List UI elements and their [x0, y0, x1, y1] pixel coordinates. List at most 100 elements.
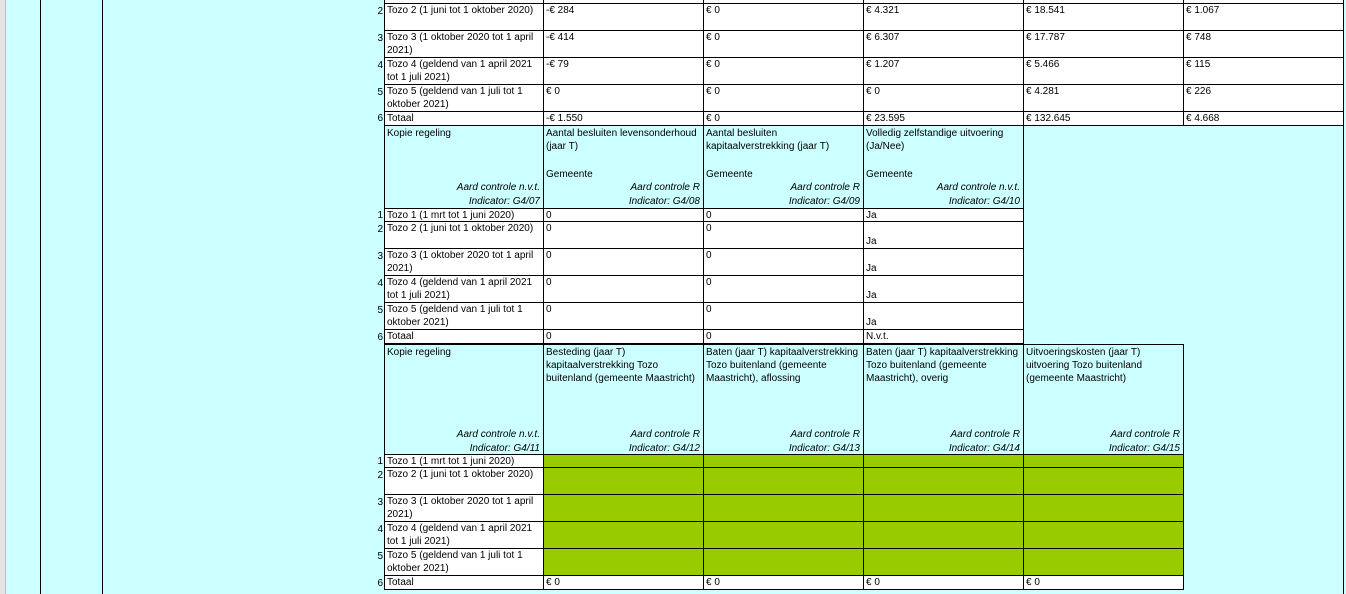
amount-cell[interactable]: -€ 284	[544, 4, 704, 31]
row-label-total: Totaal	[384, 576, 544, 590]
yes-no-cell[interactable]: Ja	[864, 303, 1024, 330]
total-cell: € 4.668	[1184, 112, 1344, 126]
amount-cell[interactable]: € 226	[1184, 85, 1344, 112]
row-number: 4	[377, 60, 383, 71]
yes-no-cell[interactable]: Ja	[864, 276, 1024, 303]
input-cell[interactable]	[704, 455, 864, 468]
amount-cell[interactable]: € 6.307	[864, 31, 1024, 58]
control-type: Aard controle R	[790, 182, 860, 193]
count-cell[interactable]: 0	[704, 249, 864, 276]
count-cell[interactable]: 0	[544, 276, 704, 303]
total-cell: € 132.645	[1024, 112, 1184, 126]
column-divider	[102, 0, 103, 594]
row-number: 3	[377, 33, 383, 44]
input-cell[interactable]	[864, 549, 1024, 576]
input-cell[interactable]	[1024, 455, 1184, 468]
row-number: 6	[377, 113, 383, 124]
row-number: 4	[377, 524, 383, 535]
amount-cell[interactable]: € 0	[704, 85, 864, 112]
input-cell[interactable]	[544, 549, 704, 576]
count-cell[interactable]: 0	[544, 303, 704, 330]
count-cell[interactable]: 0	[704, 222, 864, 249]
row-label: Tozo 5 (geldend van 1 juli tot 1 oktober…	[384, 549, 544, 576]
row-label: Tozo 2 (1 juni tot 1 oktober 2020)	[384, 468, 544, 495]
row-label: Tozo 1 (1 mrt tot 1 juni 2020)	[384, 209, 544, 222]
amount-cell[interactable]: € 748	[1184, 31, 1344, 58]
yes-no-cell[interactable]: Ja	[864, 249, 1024, 276]
row-label: Tozo 4 (geldend van 1 april 2021 tot 1 j…	[384, 522, 544, 549]
input-cell[interactable]	[1024, 522, 1184, 549]
column-header: Volledig zelfstandige uitvoering (Ja/Nee…	[864, 126, 1024, 209]
count-cell[interactable]: 0	[544, 249, 704, 276]
input-cell[interactable]	[864, 468, 1024, 495]
total-cell: 0	[544, 330, 704, 344]
input-cell[interactable]	[1024, 495, 1184, 522]
amount-cell[interactable]: € 0	[704, 58, 864, 85]
input-cell[interactable]	[864, 522, 1024, 549]
row-label: Tozo 1 (1 mrt tot 1 juni 2020)	[384, 455, 544, 468]
row-label: Tozo 2 (1 juni tot 1 oktober 2020)	[384, 4, 544, 31]
input-cell[interactable]	[544, 468, 704, 495]
header-kopie-regeling: Kopie regeling Aard controle n.v.t. Indi…	[384, 344, 544, 455]
row-label: Tozo 3 (1 oktober 2020 tot 1 april 2021)	[384, 249, 544, 276]
total-cell: € 0	[704, 112, 864, 126]
input-cell[interactable]	[544, 495, 704, 522]
row-number: 2	[377, 470, 383, 481]
total-cell: € 0	[864, 576, 1024, 590]
total-cell: 0	[704, 330, 864, 344]
row-label-total: Totaal	[384, 112, 544, 126]
amount-cell[interactable]: € 0	[704, 4, 864, 31]
control-type: Aard controle R	[630, 429, 700, 440]
input-cell[interactable]	[864, 495, 1024, 522]
column-header: Uitvoeringskosten (jaar T) uitvoering To…	[1024, 344, 1184, 455]
indicator-code: Indicator: G4/13	[788, 443, 860, 454]
column-header: Besteding (jaar T) kapitaalverstrekking …	[544, 344, 704, 455]
count-cell[interactable]: 0	[704, 209, 864, 222]
amount-cell[interactable]: € 4.321	[864, 4, 1024, 31]
amount-cell[interactable]: € 115	[1184, 58, 1344, 85]
column-header: Aantal besluiten levensonderhoud (jaar T…	[544, 126, 704, 209]
input-cell[interactable]	[1024, 549, 1184, 576]
amount-cell[interactable]: € 18.541	[1024, 4, 1184, 31]
amount-cell[interactable]: -€ 414	[544, 31, 704, 58]
column-divider	[40, 0, 41, 594]
row-number: 6	[377, 578, 383, 589]
input-cell[interactable]	[1024, 468, 1184, 495]
header-text: Kopie regeling	[387, 128, 451, 139]
yes-no-cell[interactable]: Ja	[864, 222, 1024, 249]
amount-cell[interactable]: € 1.067	[1184, 4, 1344, 31]
amount-cell[interactable]: € 4.281	[1024, 85, 1184, 112]
count-cell[interactable]: 0	[544, 222, 704, 249]
yes-no-cell[interactable]: Ja	[864, 209, 1024, 222]
input-cell[interactable]	[704, 468, 864, 495]
input-cell[interactable]	[864, 455, 1024, 468]
count-cell[interactable]: 0	[704, 276, 864, 303]
amount-cell[interactable]: € 1.207	[864, 58, 1024, 85]
input-cell[interactable]	[704, 495, 864, 522]
input-cell[interactable]	[544, 522, 704, 549]
input-cell[interactable]	[704, 522, 864, 549]
header-sub: Gemeente	[546, 169, 593, 180]
control-type: Aard controle R	[950, 429, 1020, 440]
amount-cell[interactable]: € 0	[704, 31, 864, 58]
header-text: Aantal besluiten levensonderhoud (jaar T…	[546, 128, 697, 152]
amount-cell[interactable]: € 0	[864, 85, 1024, 112]
total-cell: -€ 1.550	[544, 112, 704, 126]
row-label-total: Totaal	[384, 330, 544, 344]
indicator-code: Indicator: G4/15	[1108, 443, 1180, 454]
amount-cell[interactable]: € 5.466	[1024, 58, 1184, 85]
row-label: Tozo 4 (geldend van 1 april 2021 tot 1 j…	[384, 58, 544, 85]
amount-cell[interactable]: € 0	[544, 85, 704, 112]
row-number: 5	[377, 305, 383, 316]
count-cell[interactable]: 0	[544, 209, 704, 222]
count-cell[interactable]: 0	[704, 303, 864, 330]
indicator-code: Indicator: G4/10	[948, 196, 1020, 207]
input-cell[interactable]	[544, 455, 704, 468]
header-text: Besteding (jaar T) kapitaalverstrekking …	[546, 347, 695, 384]
control-type: Aard controle R	[1110, 429, 1180, 440]
amount-cell[interactable]: € 17.787	[1024, 31, 1184, 58]
amount-cell[interactable]: -€ 79	[544, 58, 704, 85]
input-cell[interactable]	[704, 549, 864, 576]
column-header: Baten (jaar T) kapitaalverstrekking Tozo…	[704, 344, 864, 455]
row-label: Tozo 3 (1 oktober 2020 tot 1 april 2021)	[384, 495, 544, 522]
